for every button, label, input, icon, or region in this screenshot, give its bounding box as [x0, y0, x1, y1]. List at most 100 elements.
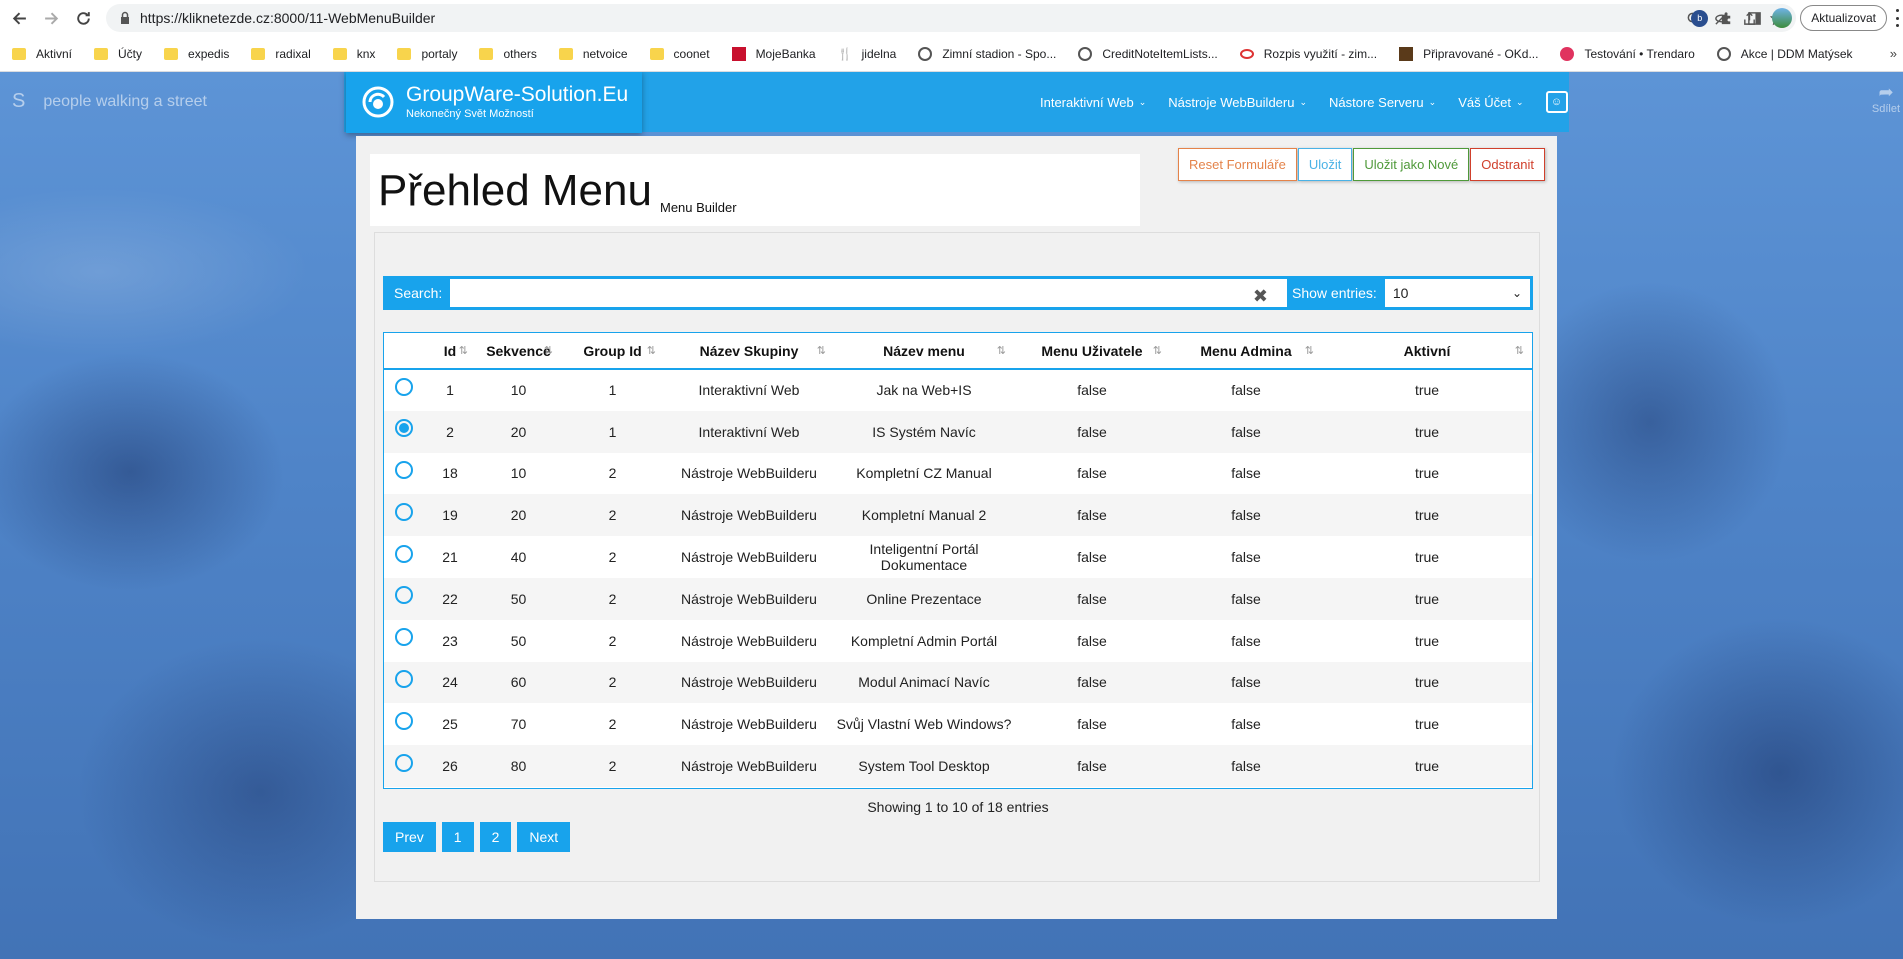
table-row[interactable]: 26 80 2 Nástroje WebBuilderu System Tool Des…: [384, 745, 1532, 787]
bookmark-item[interactable]: Připravované - OKd...: [1399, 46, 1538, 61]
share-widget[interactable]: ➦ Sdílet: [1869, 82, 1903, 115]
bookmark-item[interactable]: CreditNoteItemLists...: [1078, 46, 1218, 61]
bookmark-item[interactable]: Zimní stadion - Spo...: [918, 46, 1056, 61]
search-input[interactable]: [450, 279, 1287, 307]
bookmark-item[interactable]: 🍴 jidelna: [838, 47, 897, 61]
bookmark-label: others: [503, 46, 537, 61]
bookmark-item[interactable]: expedis: [164, 47, 229, 61]
table-row[interactable]: 22 50 2 Nástroje WebBuilderu Online Prezenta…: [384, 577, 1532, 620]
bookmark-item[interactable]: Akce | DDM Matýsek: [1716, 46, 1853, 61]
back-button[interactable]: [6, 5, 32, 31]
cutlery-icon: 🍴: [837, 46, 853, 61]
side-panel-icon[interactable]: [1744, 8, 1764, 28]
column-header[interactable]: Menu Admina ⇅: [1170, 333, 1322, 369]
folder-icon: [479, 47, 494, 60]
table-cell: false: [1231, 590, 1261, 607]
sort-icon[interactable]: ⇅: [1305, 344, 1314, 357]
table-cell: Kompletní Admin Portál: [850, 632, 998, 649]
row-select-radio[interactable]: [395, 377, 413, 396]
column-header[interactable]: Aktivní ⇅: [1322, 333, 1532, 369]
nav-nastroje-webbuilderu[interactable]: Nástroje WebBuilderu ⌄: [1168, 95, 1307, 110]
bookmark-item[interactable]: Testování • Trendaro: [1560, 46, 1695, 61]
column-header[interactable]: Id ⇅: [424, 333, 476, 369]
row-select-cell: [384, 703, 424, 745]
page-1-button[interactable]: 1: [441, 822, 474, 852]
table-cell: 21: [442, 549, 458, 566]
row-select-cell: [384, 411, 424, 453]
nav-nastore-serveru[interactable]: Nástore Serveru ⌄: [1329, 95, 1436, 110]
sort-icon[interactable]: ⇅: [1153, 344, 1162, 357]
table-cell: true: [1414, 549, 1440, 566]
table-row[interactable]: 2 20 1 Interaktivní Web IS Systém Navíc false…: [384, 410, 1532, 453]
more-bookmarks-icon[interactable]: »: [1890, 46, 1897, 61]
table-row[interactable]: 25 70 2 Nástroje WebBuilderu Svůj Vlastní We…: [384, 703, 1532, 745]
sort-icon[interactable]: ⇅: [459, 344, 468, 357]
row-select-radio[interactable]: [395, 502, 413, 521]
sort-icon[interactable]: ⇅: [997, 344, 1006, 357]
chevron-down-icon: ⌄: [1428, 96, 1437, 107]
update-button[interactable]: Aktualizovat: [1800, 5, 1887, 31]
table-cell: false: [1077, 423, 1107, 440]
table-row[interactable]: 19 20 2 Nástroje WebBuilderu Kompletní Manua…: [384, 494, 1532, 537]
table-row[interactable]: 1 10 1 Interaktivní Web Jak na Web+IS false fa…: [384, 369, 1532, 411]
row-select-radio[interactable]: [395, 419, 413, 438]
delete-button[interactable]: Odstranit: [1470, 148, 1546, 181]
prev-page-button[interactable]: Prev: [383, 822, 436, 852]
table-row[interactable]: 24 60 2 Nástroje WebBuilderu Modul Animací N…: [384, 661, 1532, 704]
table-cell: false: [1231, 758, 1261, 775]
grid-controls: Search: ✖ Show entries: 10 ⌄: [383, 276, 1533, 310]
forward-arrow-icon: [44, 12, 58, 24]
nav-interaktivni-web[interactable]: Interaktivní Web ⌄: [1040, 95, 1146, 110]
entries-select[interactable]: 10 ⌄: [1384, 279, 1530, 307]
table-cell: Nástroje WebBuilderu: [681, 758, 817, 775]
page-2-button[interactable]: 2: [479, 822, 512, 852]
column-header[interactable]: Sekvence ⇅: [476, 333, 561, 369]
row-select-radio[interactable]: [395, 628, 413, 647]
extension-icon[interactable]: b: [1691, 9, 1709, 27]
bookmark-item[interactable]: knx: [332, 47, 375, 61]
row-select-radio[interactable]: [395, 460, 413, 479]
column-header[interactable]: Group Id ⇅: [561, 333, 664, 369]
bookmark-item[interactable]: coonet: [649, 47, 710, 61]
browser-menu-icon[interactable]: [1896, 9, 1900, 27]
row-select-radio[interactable]: [395, 586, 413, 605]
bookmark-item[interactable]: MojeBanka: [731, 46, 816, 61]
table-cell: 2: [608, 632, 617, 649]
column-header[interactable]: Název Skupiny ⇅: [664, 333, 834, 369]
save-as-new-button[interactable]: Uložit jako Nové: [1353, 148, 1470, 181]
contact-card-icon[interactable]: ☺: [1545, 91, 1568, 113]
row-select-radio[interactable]: [395, 711, 413, 730]
brand-logo-block[interactable]: GroupWare-Solution.Eu Nekonečný Svět Mož…: [346, 72, 642, 133]
bookmark-item[interactable]: portaly: [397, 47, 457, 61]
bookmark-item[interactable]: netvoice: [558, 47, 628, 61]
brand-subtitle: Nekonečný Svět Možností: [406, 108, 534, 120]
bookmark-item[interactable]: Aktivní: [12, 47, 72, 61]
profile-avatar[interactable]: [1772, 8, 1793, 28]
table-row[interactable]: 21 40 2 Nástroje WebBuilderu Inteligentní Po…: [384, 536, 1532, 578]
table-row[interactable]: 18 10 2 Nástroje WebBuilderu Kompletní CZ Ma…: [384, 453, 1532, 495]
row-select-radio[interactable]: [395, 669, 413, 688]
sort-icon[interactable]: ⇅: [817, 344, 826, 357]
forward-button[interactable]: [38, 5, 64, 31]
bookmark-item[interactable]: radixal: [251, 47, 311, 61]
table-row[interactable]: 23 50 2 Nástroje WebBuilderu Kompletní Admin…: [384, 620, 1532, 662]
column-header[interactable]: Menu Uživatele ⇅: [1014, 333, 1170, 369]
reload-button[interactable]: [70, 5, 96, 31]
clear-search-icon[interactable]: ✖: [1253, 286, 1268, 307]
sort-icon[interactable]: ⇅: [544, 344, 553, 357]
extensions-puzzle-icon[interactable]: [1716, 8, 1736, 28]
next-page-button[interactable]: Next: [517, 822, 571, 852]
sort-icon[interactable]: ⇅: [647, 344, 656, 357]
bookmark-item[interactable]: Účty: [94, 47, 142, 61]
bookmark-item[interactable]: Rozpis využití - zim...: [1239, 47, 1377, 61]
bookmark-item[interactable]: others: [479, 46, 537, 61]
address-bar[interactable]: https://kliknetezde.cz:8000/11-WebMenuBu…: [106, 4, 1796, 32]
nav-vas-ucet[interactable]: Váš Účet ⌄: [1458, 95, 1523, 110]
row-select-radio[interactable]: [395, 544, 413, 563]
save-button[interactable]: Uložit: [1297, 148, 1353, 181]
row-select-radio[interactable]: [395, 753, 413, 772]
sort-icon[interactable]: ⇅: [1515, 344, 1524, 357]
folder-icon: [649, 47, 664, 60]
reset-form-button[interactable]: Reset Formuláře: [1178, 148, 1297, 181]
column-header[interactable]: Název menu ⇅: [834, 333, 1014, 369]
